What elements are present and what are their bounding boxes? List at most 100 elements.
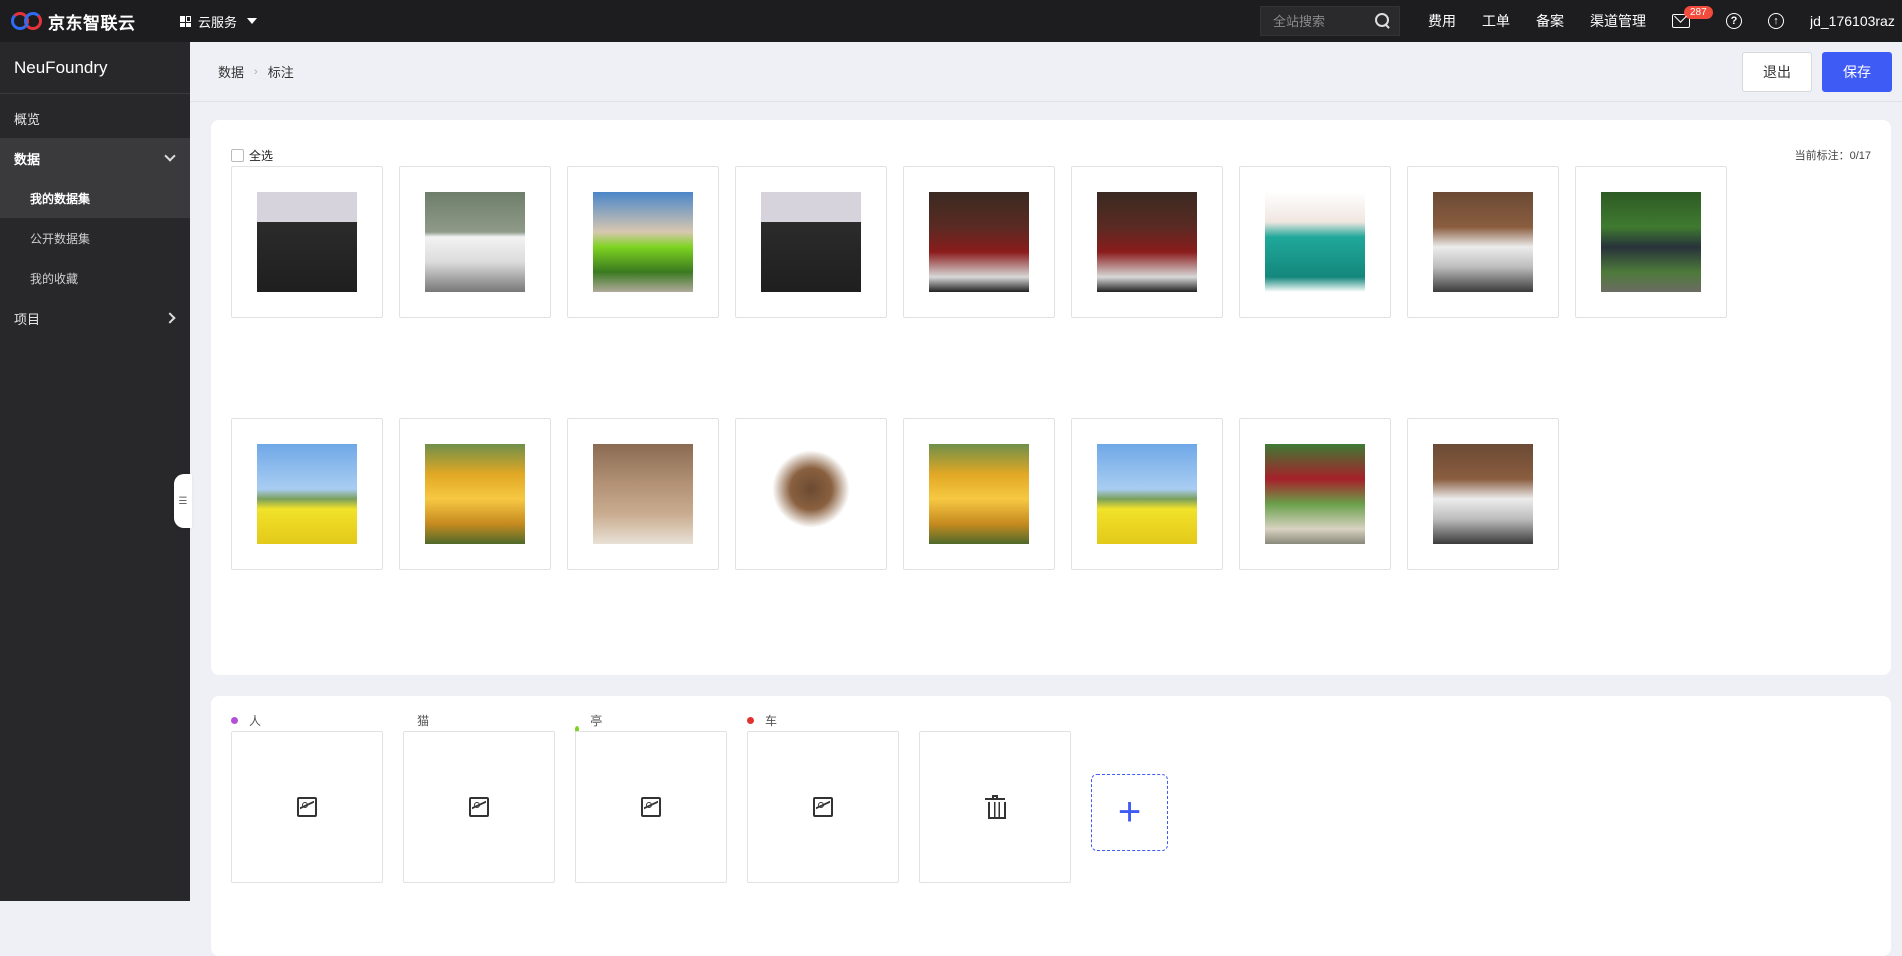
nav-link-filing[interactable]: 备案 [1536, 11, 1564, 31]
image-card[interactable] [1407, 166, 1559, 318]
sidebar-item-overview[interactable]: 概览 [0, 98, 190, 138]
label-panel: 人 猫头鹰 亭子 车 + [211, 696, 1891, 956]
label-image-slot[interactable] [575, 731, 727, 883]
image-card[interactable] [1407, 418, 1559, 570]
mail-icon[interactable]: 287 [1672, 6, 1713, 28]
image-card[interactable] [231, 418, 383, 570]
white-convertible-photo [1433, 192, 1533, 292]
image-card[interactable] [1239, 418, 1391, 570]
breadcrumb-annotate: 标注 [267, 65, 294, 80]
woman-green-dress-photo [1265, 192, 1365, 292]
sidebar-item-label: 概览 [14, 111, 41, 127]
image-card[interactable] [1239, 166, 1391, 318]
brand-name: 京东智联云 [48, 13, 136, 33]
user-account-menu[interactable]: jd_176103raz [1810, 13, 1902, 29]
brown-owl-photo [593, 444, 693, 544]
green-car-photo [593, 192, 693, 292]
image-card[interactable] [735, 166, 887, 318]
label-title: 车 [747, 712, 777, 729]
add-label-button[interactable]: + [1091, 774, 1168, 851]
search-icon[interactable] [1375, 13, 1391, 29]
delete-drop-zone[interactable] [919, 731, 1071, 883]
basketball-players-photo [929, 192, 1029, 292]
basketball-players-photo [1097, 192, 1197, 292]
cartoon-owl-photo [929, 444, 1029, 544]
upload-icon[interactable]: ↑ [1768, 13, 1784, 29]
label-name: 车 [765, 714, 778, 728]
mail-count-badge: 287 [1684, 6, 1713, 19]
annotation-counter: 当前标注：0/17 [1794, 150, 1871, 162]
label-image-slot[interactable] [403, 731, 555, 883]
sidebar-item-label: 我的收藏 [30, 271, 79, 286]
image-card[interactable] [903, 418, 1055, 570]
collapse-icon: ☰ [178, 495, 188, 507]
sidebar-group-data[interactable]: 数据 [0, 138, 190, 178]
nav-link-billing[interactable]: 费用 [1428, 11, 1456, 31]
select-all-checkbox[interactable]: 全选 [231, 147, 273, 166]
owl-on-branch-illustration [761, 444, 861, 544]
exit-button[interactable]: 退出 [1742, 51, 1812, 92]
select-all-label: 全选 [249, 149, 274, 163]
save-button[interactable]: 保存 [1822, 51, 1892, 92]
garden-pavilion-photo [1601, 192, 1701, 292]
woman-uniform-photo [761, 192, 861, 292]
label-color-dot [231, 717, 238, 724]
top-navigation-bar: 京东智联云 云服务 费用 工单 备案 渠道管理 287 ? ↑ jd_17610… [0, 0, 1902, 42]
chevron-down-icon [164, 150, 176, 162]
sidebar-item-label: 项目 [14, 311, 41, 327]
sidebar-item-public-datasets[interactable]: 公开数据集 [0, 218, 190, 258]
cartoon-owl-photo [425, 444, 525, 544]
trash-icon [985, 795, 1006, 819]
breadcrumb-separator: › [254, 65, 258, 78]
image-card[interactable] [567, 166, 719, 318]
image-card[interactable] [399, 166, 551, 318]
image-card[interactable] [1071, 418, 1223, 570]
image-card[interactable] [1071, 166, 1223, 318]
product-title: NeuFoundry [0, 42, 190, 94]
brand-logo[interactable]: 京东智联云 [10, 9, 162, 34]
image-card[interactable] [903, 166, 1055, 318]
image-card[interactable] [399, 418, 551, 570]
rapeseed-field-pavilion-photo [1097, 444, 1197, 544]
global-search-input[interactable] [1273, 13, 1369, 29]
cloud-services-label: 云服务 [198, 14, 238, 30]
sidebar-item-my-datasets[interactable]: 我的数据集 [0, 178, 190, 218]
caret-down-icon [247, 18, 258, 24]
checkbox-icon [231, 149, 244, 162]
help-icon[interactable]: ? [1726, 13, 1742, 29]
sidebar: NeuFoundry 概览 数据 我的数据集 公开数据集 我的收藏 项目 [0, 42, 190, 901]
woman-uniform-photo [257, 192, 357, 292]
chevron-right-icon [164, 312, 176, 324]
header-bar: 数据 › 标注 退出 保存 [190, 42, 1902, 102]
image-icon [641, 797, 661, 817]
nav-link-channel-management[interactable]: 渠道管理 [1590, 11, 1646, 31]
nav-link-tickets[interactable]: 工单 [1482, 11, 1510, 31]
cloud-logo-icon [10, 10, 46, 32]
white-convertible-photo [1433, 444, 1533, 544]
image-icon [297, 797, 317, 817]
sidebar-item-my-favorites[interactable]: 我的收藏 [0, 258, 190, 298]
cloud-services-menu[interactable]: 云服务 [180, 12, 258, 31]
main-content: 数据 › 标注 退出 保存 全选 当前标注：0/17 人 猫头鹰 亭子 [190, 42, 1902, 956]
breadcrumb-data[interactable]: 数据 [218, 62, 244, 81]
rapeseed-field-pavilion-photo [257, 444, 357, 544]
sidebar-item-label: 我的数据集 [30, 191, 91, 206]
image-card[interactable] [735, 418, 887, 570]
image-gallery-panel: 全选 当前标注：0/17 [211, 120, 1891, 675]
red-pavilion-photo [1265, 444, 1365, 544]
sidebar-group-projects[interactable]: 项目 [0, 298, 190, 338]
image-card[interactable] [567, 418, 719, 570]
image-icon [469, 797, 489, 817]
label-image-slot[interactable] [231, 731, 383, 883]
global-search[interactable] [1260, 6, 1400, 36]
label-color-dot [747, 717, 754, 724]
white-minivan-photo [425, 192, 525, 292]
sidebar-item-label: 公开数据集 [30, 231, 91, 246]
label-title: 人 [231, 712, 261, 729]
label-name: 人 [249, 714, 262, 728]
image-icon [813, 797, 833, 817]
image-card[interactable] [1575, 166, 1727, 318]
sidebar-item-label: 数据 [14, 151, 41, 167]
image-card[interactable] [231, 166, 383, 318]
label-image-slot[interactable] [747, 731, 899, 883]
